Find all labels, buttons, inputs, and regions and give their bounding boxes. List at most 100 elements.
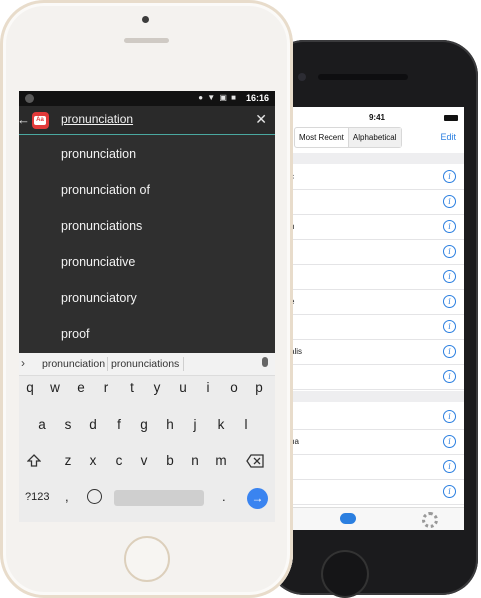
search-input[interactable]: pronunciation	[61, 112, 133, 126]
key-b[interactable]: b	[160, 453, 180, 468]
chat-bubble-icon[interactable]	[340, 513, 356, 524]
suggestion-item[interactable]: proof	[19, 316, 275, 352]
status-icons: ● ▼ ▣ ■	[198, 93, 237, 102]
key-y[interactable]: y	[147, 380, 167, 395]
key-row-1: q w e r t y u i o p	[19, 378, 275, 400]
info-icon[interactable]: i	[443, 410, 456, 423]
keyboard-suggestion[interactable]: pronunciation	[42, 358, 105, 370]
home-button[interactable]	[323, 552, 367, 596]
key-l[interactable]: l	[236, 417, 256, 432]
list-item[interactable]: c i	[290, 164, 464, 190]
info-icon[interactable]: i	[443, 435, 456, 448]
android-screen: ● ▼ ▣ ■ 16:16 ← Aa pronunciation ✕ pronu…	[19, 91, 275, 522]
segment-alphabetical[interactable]: Alphabetical	[347, 128, 401, 147]
suggestion-item[interactable]: pronunciative	[19, 244, 275, 280]
gear-icon[interactable]	[422, 512, 438, 528]
info-icon[interactable]: i	[443, 320, 456, 333]
section-header	[290, 391, 464, 402]
info-icon[interactable]: i	[443, 245, 456, 258]
search-bar: ← Aa pronunciation ✕	[19, 106, 275, 135]
clear-icon[interactable]: ✕	[255, 111, 267, 128]
list-item[interactable]: n i	[290, 214, 464, 240]
key-g[interactable]: g	[134, 417, 154, 432]
suggestion-item[interactable]: pronunciation	[19, 136, 275, 172]
app-icon-label: Aa	[34, 116, 46, 125]
divider	[183, 357, 184, 371]
emoji-icon[interactable]	[87, 489, 102, 504]
key-k[interactable]: k	[211, 417, 231, 432]
key-c[interactable]: c	[109, 453, 129, 468]
list-item[interactable]: i	[290, 454, 464, 480]
key-i[interactable]: i	[198, 380, 218, 395]
home-button[interactable]	[124, 536, 170, 582]
key-u[interactable]: u	[173, 380, 193, 395]
symbols-key[interactable]: ?123	[25, 491, 49, 503]
key-s[interactable]: s	[58, 417, 78, 432]
info-icon[interactable]: i	[443, 370, 456, 383]
segmented-control[interactable]: Most Recent Alphabetical	[294, 127, 402, 148]
ios-status-bar: 9:41	[290, 107, 464, 129]
key-d[interactable]: d	[83, 417, 103, 432]
key-t[interactable]: t	[122, 380, 142, 395]
keyboard-suggestion-strip: › pronunciation pronunciations	[19, 353, 275, 376]
info-icon[interactable]: i	[443, 485, 456, 498]
period-key[interactable]: .	[222, 489, 226, 504]
enter-arrow-icon[interactable]: →	[247, 488, 268, 509]
key-w[interactable]: w	[45, 380, 65, 395]
dictionary-app-icon: Aa	[32, 112, 49, 129]
info-icon[interactable]: i	[443, 170, 456, 183]
suggestion-item[interactable]: pronunciatory	[19, 280, 275, 316]
key-f[interactable]: f	[109, 417, 129, 432]
comma-key[interactable]: ,	[65, 489, 69, 504]
key-n[interactable]: n	[185, 453, 205, 468]
key-row-bottom: ?123 , . →	[19, 488, 275, 510]
edit-button[interactable]: Edit	[440, 132, 456, 142]
segment-most-recent[interactable]: Most Recent	[295, 128, 348, 147]
list-item[interactable]: e i	[290, 289, 464, 315]
ios-tab-bar	[290, 507, 464, 530]
keyboard-suggestion[interactable]: pronunciations	[111, 358, 179, 370]
list-item[interactable]: i	[290, 404, 464, 430]
list-item[interactable]: i	[290, 239, 464, 265]
list-item[interactable]: i	[290, 479, 464, 505]
key-m[interactable]: m	[211, 453, 231, 468]
key-r[interactable]: r	[96, 380, 116, 395]
key-row-2: a s d f g h j k l	[19, 415, 275, 437]
front-camera	[298, 73, 306, 81]
back-arrow-icon[interactable]: ←	[19, 112, 30, 127]
shift-icon[interactable]	[26, 454, 42, 468]
key-e[interactable]: e	[71, 380, 91, 395]
info-icon[interactable]: i	[443, 295, 456, 308]
ios-status-time: 9:41	[368, 113, 385, 122]
status-time: 16:16	[245, 93, 269, 103]
key-z[interactable]: z	[58, 453, 78, 468]
backspace-icon[interactable]	[246, 454, 264, 468]
key-o[interactable]: o	[224, 380, 244, 395]
key-v[interactable]: v	[134, 453, 154, 468]
info-icon[interactable]: i	[443, 195, 456, 208]
earpiece-speaker	[318, 74, 408, 80]
suggestion-item[interactable]: pronunciations	[19, 208, 275, 244]
key-a[interactable]: a	[32, 417, 52, 432]
key-p[interactable]: p	[249, 380, 269, 395]
list-item[interactable]: i	[290, 364, 464, 390]
key-x[interactable]: x	[83, 453, 103, 468]
list-item[interactable]: i	[290, 264, 464, 290]
chevron-right-icon[interactable]: ›	[21, 356, 25, 370]
suggestion-item[interactable]: pronunciation of	[19, 172, 275, 208]
microphone-icon[interactable]	[262, 357, 268, 367]
list-item[interactable]: alis i	[290, 339, 464, 365]
battery-icon	[444, 115, 458, 121]
key-j[interactable]: j	[185, 417, 205, 432]
keyboard: › pronunciation pronunciations q w e r t…	[19, 353, 275, 522]
key-h[interactable]: h	[160, 417, 180, 432]
space-bar[interactable]	[114, 490, 204, 506]
list-item[interactable]: i	[290, 314, 464, 340]
list-item[interactable]: na i	[290, 429, 464, 455]
info-icon[interactable]: i	[443, 460, 456, 473]
info-icon[interactable]: i	[443, 220, 456, 233]
list-item[interactable]: i	[290, 189, 464, 215]
info-icon[interactable]: i	[443, 345, 456, 358]
info-icon[interactable]: i	[443, 270, 456, 283]
key-q[interactable]: q	[20, 380, 40, 395]
